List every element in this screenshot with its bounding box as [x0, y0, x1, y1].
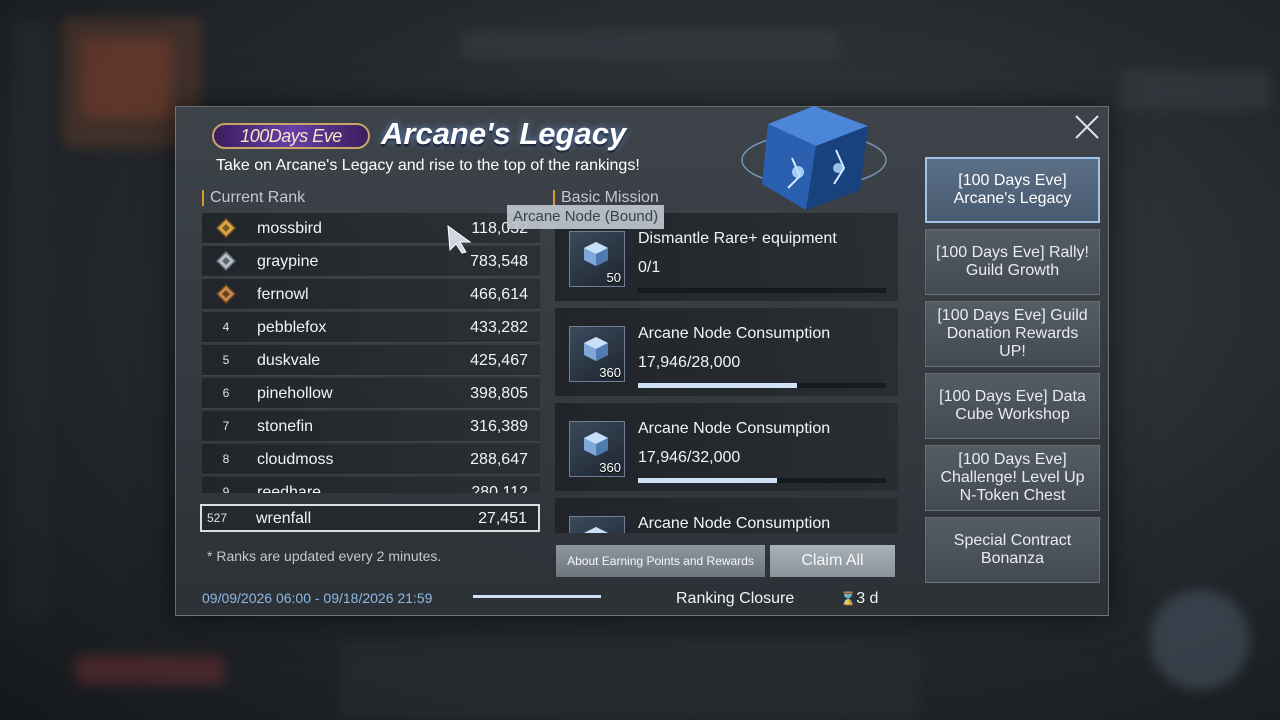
- basic-mission-label: Basic Mission: [553, 190, 659, 206]
- closure-time-value: 3 d: [856, 590, 879, 607]
- rank-footnote: * Ranks are updated every 2 minutes.: [207, 548, 442, 564]
- rank-number: 5: [222, 353, 230, 367]
- background-action-button: [1150, 590, 1250, 690]
- event-tab-list[interactable]: [100 Days Eve] Arcane's Legacy [100 Days …: [925, 157, 1100, 602]
- arcane-node-icon: [584, 432, 608, 456]
- player-score: 316,389: [470, 418, 528, 435]
- arcane-node-item[interactable]: [569, 516, 625, 533]
- rank-row[interactable]: mossbird 118,032: [202, 213, 540, 244]
- ranking-list[interactable]: mossbird 118,032 graypine 783,548 fernowl 466…: [202, 213, 540, 493]
- my-rank-name: wrenfall: [256, 510, 312, 527]
- player-name: fernowl: [257, 286, 309, 303]
- background-skill-bar: [340, 640, 920, 720]
- player-score: 433,282: [470, 319, 528, 336]
- arcane-node-icon: [584, 527, 608, 533]
- rank-row[interactable]: fernowl 466,614: [202, 279, 540, 310]
- rank-row[interactable]: graypine 783,548: [202, 246, 540, 277]
- mission-title: Arcane Node Consumption: [638, 515, 831, 532]
- page-subtitle: Take on Arcane's Legacy and rise to the …: [216, 157, 640, 174]
- player-name: reedhare: [257, 484, 322, 493]
- my-rank-row: 527 wrenfall 27,451: [200, 504, 540, 532]
- mission-progress-fill: [638, 383, 797, 388]
- item-count: 50: [606, 270, 621, 285]
- hourglass-icon: ⌛: [840, 591, 857, 606]
- mission-title: Arcane Node Consumption: [638, 325, 831, 342]
- rank-row[interactable]: 6 pinehollow 398,805: [202, 378, 540, 409]
- background-hud-top: [460, 30, 840, 60]
- arcane-cube-icon: [741, 106, 887, 210]
- event-tab[interactable]: Special Contract Bonanza: [925, 517, 1100, 583]
- background-hud-left: [12, 20, 52, 620]
- player-name: cloudmoss: [257, 451, 334, 468]
- player-name: pinehollow: [257, 385, 333, 402]
- background-hud-right: [1120, 70, 1270, 110]
- event-time-bar: [473, 595, 601, 598]
- item-count: 360: [599, 365, 621, 380]
- rank-row[interactable]: 5 duskvale 425,467: [202, 345, 540, 376]
- arcane-node-icon: [584, 242, 608, 266]
- mission-progress-bar: [638, 288, 886, 293]
- mission-progress-bar: [638, 478, 886, 483]
- event-tab[interactable]: [100 Days Eve] Arcane's Legacy: [925, 157, 1100, 223]
- player-score: 466,614: [470, 286, 528, 303]
- rank-number: 9: [222, 485, 230, 493]
- ranking-closure-time: ⌛3 d: [840, 590, 878, 608]
- rank-row[interactable]: 9 reedhare 280,112: [202, 477, 540, 493]
- player-score: 398,805: [470, 385, 528, 402]
- rank-number: 7: [222, 419, 230, 433]
- page-title: Arcane's Legacy: [381, 116, 627, 151]
- item-count: 360: [599, 460, 621, 475]
- player-score: 288,647: [470, 451, 528, 468]
- arcane-node-icon: [584, 337, 608, 361]
- event-badge: 100Days Eve: [212, 123, 370, 149]
- about-points-button[interactable]: About Earning Points and Rewards: [556, 545, 765, 577]
- event-tab[interactable]: [100 Days Eve] Rally! Guild Growth: [925, 229, 1100, 295]
- rank-number: 4: [222, 320, 230, 334]
- player-score: 783,548: [470, 253, 528, 270]
- event-tab[interactable]: [100 Days Eve] Data Cube Workshop: [925, 373, 1100, 439]
- mouse-cursor-icon: [447, 224, 472, 254]
- event-tab[interactable]: [100 Days Eve] Guild Donation Rewards UP…: [925, 301, 1100, 367]
- event-tab[interactable]: [100 Days Eve] Challenge! Level Up N-Tok…: [925, 445, 1100, 511]
- mission-card[interactable]: Arcane Node Consumption: [555, 498, 898, 533]
- gold-medal-icon: [216, 218, 236, 238]
- close-button[interactable]: [1072, 112, 1102, 142]
- my-rank-number: 527: [206, 511, 228, 525]
- background-status-bars: [75, 655, 225, 685]
- close-icon: [1075, 115, 1099, 139]
- player-score: 425,467: [470, 352, 528, 369]
- rank-row[interactable]: 7 stonefin 316,389: [202, 411, 540, 442]
- mission-title: Arcane Node Consumption: [638, 420, 831, 437]
- player-name: mossbird: [257, 220, 322, 237]
- silver-medal-icon: [216, 251, 236, 271]
- arcane-node-item[interactable]: 50: [569, 231, 625, 287]
- bronze-medal-icon: [216, 284, 236, 304]
- player-name: stonefin: [257, 418, 314, 435]
- my-rank-score: 27,451: [478, 510, 527, 527]
- player-score: 280,112: [471, 484, 528, 493]
- arcane-node-item[interactable]: 360: [569, 421, 625, 477]
- item-tooltip: Arcane Node (Bound): [507, 205, 665, 229]
- player-name: duskvale: [257, 352, 321, 369]
- mission-card[interactable]: 360 Arcane Node Consumption 17,946/28,000: [555, 308, 898, 396]
- mission-progress-text: 17,946/28,000: [638, 354, 741, 371]
- current-rank-label: Current Rank: [202, 190, 305, 206]
- rank-number: 8: [222, 452, 230, 466]
- mission-list[interactable]: 50 Dismantle Rare+ equipment 0/1 360 Arcane …: [555, 213, 898, 533]
- rank-number: 6: [222, 386, 230, 400]
- ranking-closure-label: Ranking Closure: [676, 590, 795, 607]
- mission-title: Dismantle Rare+ equipment: [638, 230, 837, 247]
- player-name: pebblefox: [257, 319, 327, 336]
- event-date-range: 09/09/2026 06:00 - 09/18/2026 21:59: [202, 590, 433, 606]
- mission-progress-fill: [638, 478, 778, 483]
- mission-card[interactable]: 360 Arcane Node Consumption 17,946/32,000: [555, 403, 898, 491]
- mission-progress-bar: [638, 383, 886, 388]
- arcane-node-item[interactable]: 360: [569, 326, 625, 382]
- mission-progress-text: 0/1: [638, 259, 661, 276]
- rank-row[interactable]: 8 cloudmoss 288,647: [202, 444, 540, 475]
- mission-progress-text: 17,946/32,000: [638, 449, 741, 466]
- claim-all-button[interactable]: Claim All: [770, 545, 895, 577]
- player-name: graypine: [257, 253, 319, 270]
- rank-row[interactable]: 4 pebblefox 433,282: [202, 312, 540, 343]
